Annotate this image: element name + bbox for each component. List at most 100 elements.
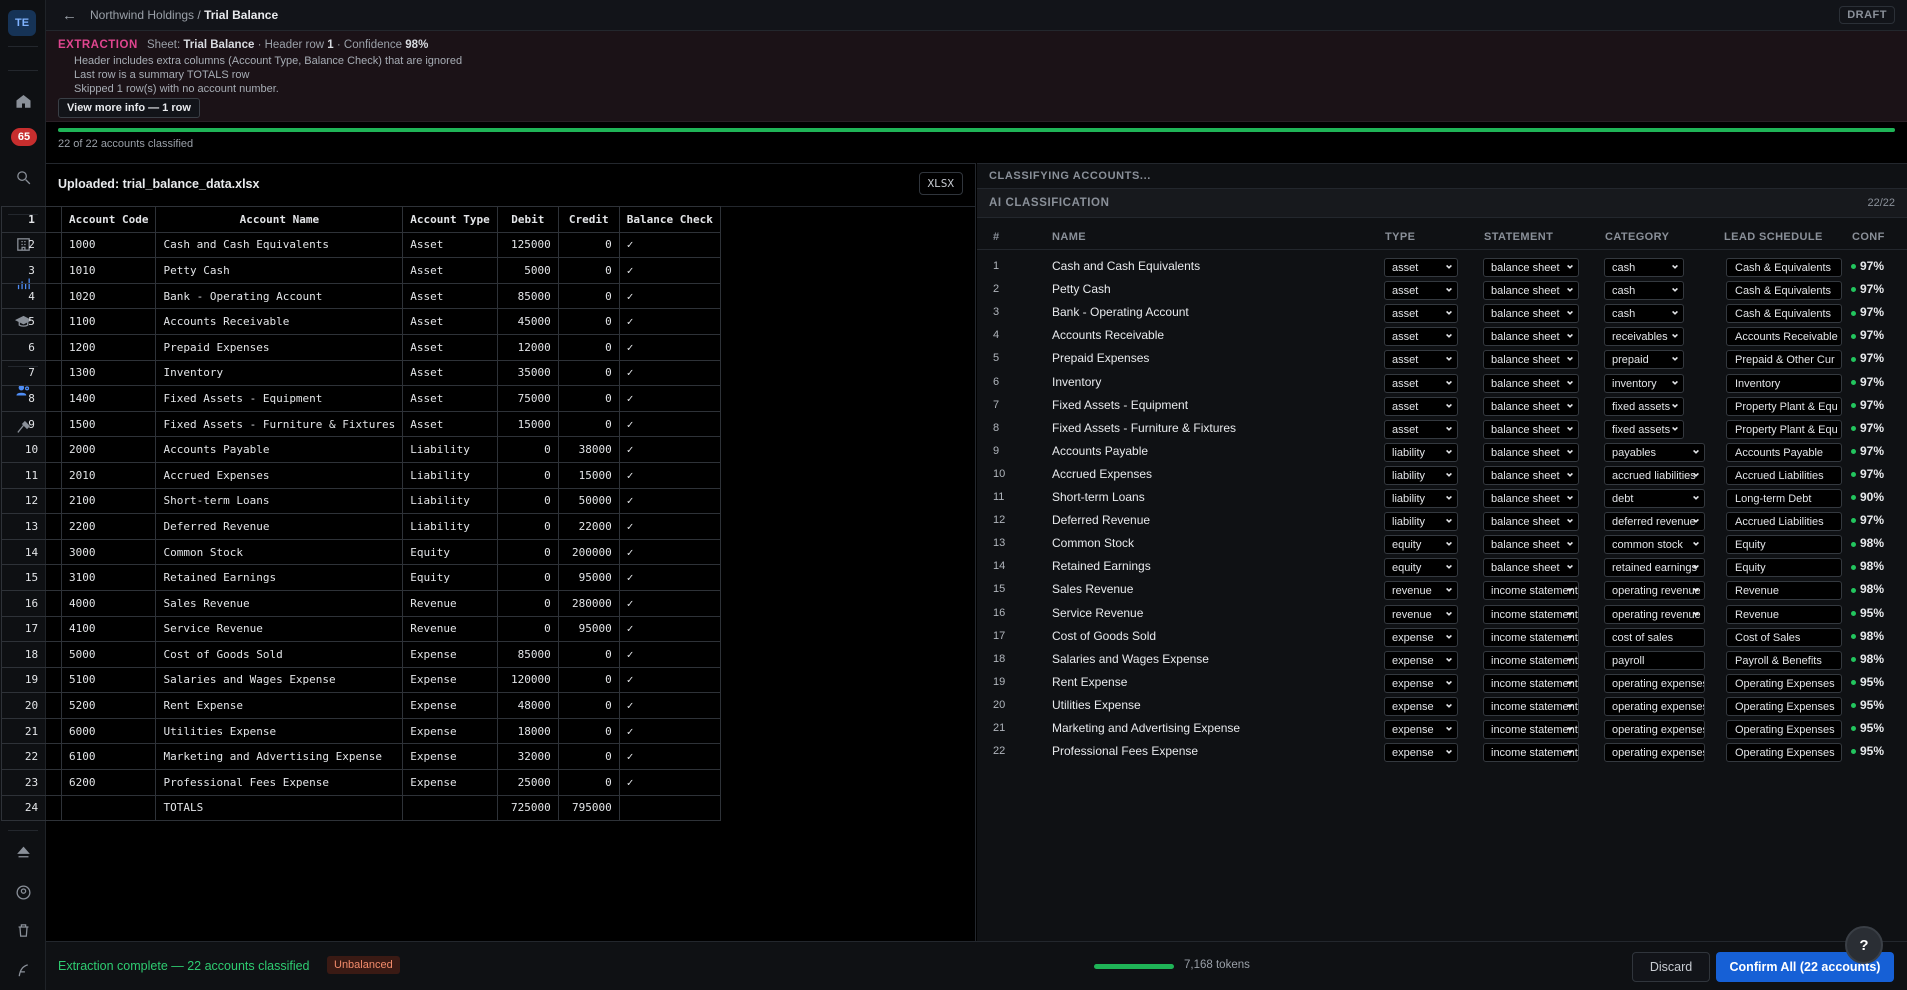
- lead-schedule-select[interactable]: Property Plant & Equ: [1726, 419, 1842, 439]
- lead-schedule-select[interactable]: Operating Expenses: [1726, 673, 1842, 693]
- sheet-cell[interactable]: 1100: [60, 308, 157, 335]
- sheet-cell[interactable]: Asset: [402, 385, 498, 412]
- user-circle-icon[interactable]: [13, 882, 33, 902]
- statement-select[interactable]: balance sheet: [1483, 304, 1579, 324]
- sheet-cell[interactable]: 1200: [60, 333, 157, 361]
- statement-select[interactable]: income statement: [1483, 673, 1579, 693]
- category-select[interactable]: operating expenses: [1604, 720, 1705, 739]
- sheet-cell[interactable]: [618, 794, 721, 822]
- trash-icon[interactable]: [13, 920, 33, 940]
- lead-schedule-select[interactable]: Operating Expenses: [1726, 720, 1842, 739]
- discard-button[interactable]: Discard: [1632, 952, 1710, 982]
- sheet-cell[interactable]: 22: [1, 743, 62, 771]
- sheet-cell[interactable]: Expense: [402, 641, 498, 668]
- sheet-cell[interactable]: 6000: [60, 717, 157, 745]
- sheet-cell[interactable]: 75000: [496, 385, 559, 412]
- type-select[interactable]: expense: [1384, 627, 1458, 647]
- sheet-cell[interactable]: 0: [557, 666, 620, 694]
- sheet-cell[interactable]: 5000: [496, 257, 559, 284]
- sheet-cell[interactable]: [60, 794, 157, 822]
- type-select[interactable]: liability: [1384, 489, 1458, 508]
- sheet-cell[interactable]: ✓: [618, 717, 721, 745]
- lead-schedule-select[interactable]: Operating Expenses: [1726, 696, 1842, 716]
- sheet-cell[interactable]: 0: [557, 692, 620, 719]
- sheet-cell[interactable]: 22000: [557, 513, 620, 540]
- sheet-cell[interactable]: ✓: [618, 692, 721, 719]
- sheet-cell[interactable]: [402, 794, 498, 822]
- type-select[interactable]: liability: [1384, 465, 1458, 485]
- statement-select[interactable]: balance sheet: [1483, 465, 1579, 485]
- sheet-cell[interactable]: Equity: [402, 538, 498, 566]
- sheet-cell[interactable]: 1500: [60, 410, 157, 438]
- sheet-cell[interactable]: Bank - Operating Account: [155, 282, 404, 310]
- category-select[interactable]: debt: [1604, 489, 1705, 508]
- sheet-cell[interactable]: 0: [496, 564, 559, 591]
- sheet-cell[interactable]: 795000: [557, 794, 620, 822]
- lead-schedule-select[interactable]: Revenue: [1726, 581, 1842, 601]
- type-select[interactable]: liability: [1384, 442, 1458, 462]
- sheet-cell[interactable]: Asset: [402, 308, 498, 335]
- statement-select[interactable]: balance sheet: [1483, 258, 1579, 277]
- sheet-cell[interactable]: 38000: [557, 436, 620, 463]
- sheet-cell[interactable]: ✓: [618, 359, 721, 387]
- sheet-cell[interactable]: 0: [557, 385, 620, 412]
- type-select[interactable]: asset: [1384, 373, 1458, 393]
- sheet-cell[interactable]: Account Name: [155, 206, 404, 233]
- sheet-cell[interactable]: 15000: [557, 461, 620, 489]
- sheet-cell[interactable]: 0: [557, 717, 620, 745]
- sheet-cell[interactable]: Expense: [402, 769, 498, 796]
- sheet-cell[interactable]: 13: [1, 513, 62, 540]
- sheet-cell[interactable]: Liability: [402, 436, 498, 463]
- sheet-cell[interactable]: 25000: [496, 769, 559, 796]
- statement-select[interactable]: income statement: [1483, 581, 1579, 601]
- sheet-cell[interactable]: ✓: [618, 231, 721, 259]
- sheet-cell[interactable]: 120000: [496, 666, 559, 694]
- lead-schedule-select[interactable]: Property Plant & Equ: [1726, 396, 1842, 416]
- sheet-cell[interactable]: Liability: [402, 513, 498, 540]
- lead-schedule-select[interactable]: Equity: [1726, 558, 1842, 578]
- sheet-cell[interactable]: Equity: [402, 564, 498, 591]
- sheet-cell[interactable]: 3100: [60, 564, 157, 591]
- back-arrow-icon[interactable]: ←: [62, 7, 77, 24]
- sheet-cell[interactable]: Asset: [402, 410, 498, 438]
- sheet-cell[interactable]: 0: [496, 461, 559, 489]
- sheet-cell[interactable]: Deferred Revenue: [155, 513, 404, 540]
- category-select[interactable]: cash: [1604, 281, 1684, 301]
- sheet-cell[interactable]: Asset: [402, 282, 498, 310]
- statement-select[interactable]: balance sheet: [1483, 442, 1579, 462]
- sheet-cell[interactable]: Prepaid Expenses: [155, 333, 404, 361]
- sheet-cell[interactable]: ✓: [618, 436, 721, 463]
- category-select[interactable]: cash: [1604, 304, 1684, 324]
- sheet-cell[interactable]: 4000: [60, 589, 157, 617]
- statement-select[interactable]: balance sheet: [1483, 419, 1579, 439]
- lead-schedule-select[interactable]: Operating Expenses: [1726, 743, 1842, 763]
- sheet-cell[interactable]: ✓: [618, 513, 721, 540]
- type-select[interactable]: asset: [1384, 327, 1458, 347]
- sheet-cell[interactable]: ✓: [618, 538, 721, 566]
- sheet-cell[interactable]: Fixed Assets - Equipment: [155, 385, 404, 412]
- feather-icon[interactable]: [13, 960, 33, 980]
- sheet-cell[interactable]: 0: [557, 359, 620, 387]
- lead-schedule-select[interactable]: Revenue: [1726, 604, 1842, 624]
- sheet-cell[interactable]: 7: [1, 359, 62, 387]
- sheet-cell[interactable]: 3: [1, 257, 62, 284]
- sheet-cell[interactable]: 0: [557, 641, 620, 668]
- sheet-cell[interactable]: Inventory: [155, 359, 404, 387]
- sheet-cell[interactable]: 200000: [557, 538, 620, 566]
- sheet-cell[interactable]: Accounts Receivable: [155, 308, 404, 335]
- statement-select[interactable]: balance sheet: [1483, 489, 1579, 508]
- sheet-cell[interactable]: 0: [557, 231, 620, 259]
- sheet-cell[interactable]: Salaries and Wages Expense: [155, 666, 404, 694]
- sheet-cell[interactable]: ✓: [618, 257, 721, 284]
- sheet-cell[interactable]: 5100: [60, 666, 157, 694]
- type-select[interactable]: asset: [1384, 396, 1458, 416]
- sheet-cell[interactable]: ✓: [618, 615, 721, 643]
- type-select[interactable]: equity: [1384, 558, 1458, 578]
- sheet-cell[interactable]: 0: [557, 743, 620, 771]
- view-more-button[interactable]: View more info — 1 row: [58, 98, 200, 118]
- statement-select[interactable]: balance sheet: [1483, 281, 1579, 301]
- sheet-cell[interactable]: 95000: [557, 615, 620, 643]
- sheet-cell[interactable]: 95000: [557, 564, 620, 591]
- category-select[interactable]: cost of sales: [1604, 627, 1705, 647]
- category-select[interactable]: operating expenses: [1604, 743, 1705, 763]
